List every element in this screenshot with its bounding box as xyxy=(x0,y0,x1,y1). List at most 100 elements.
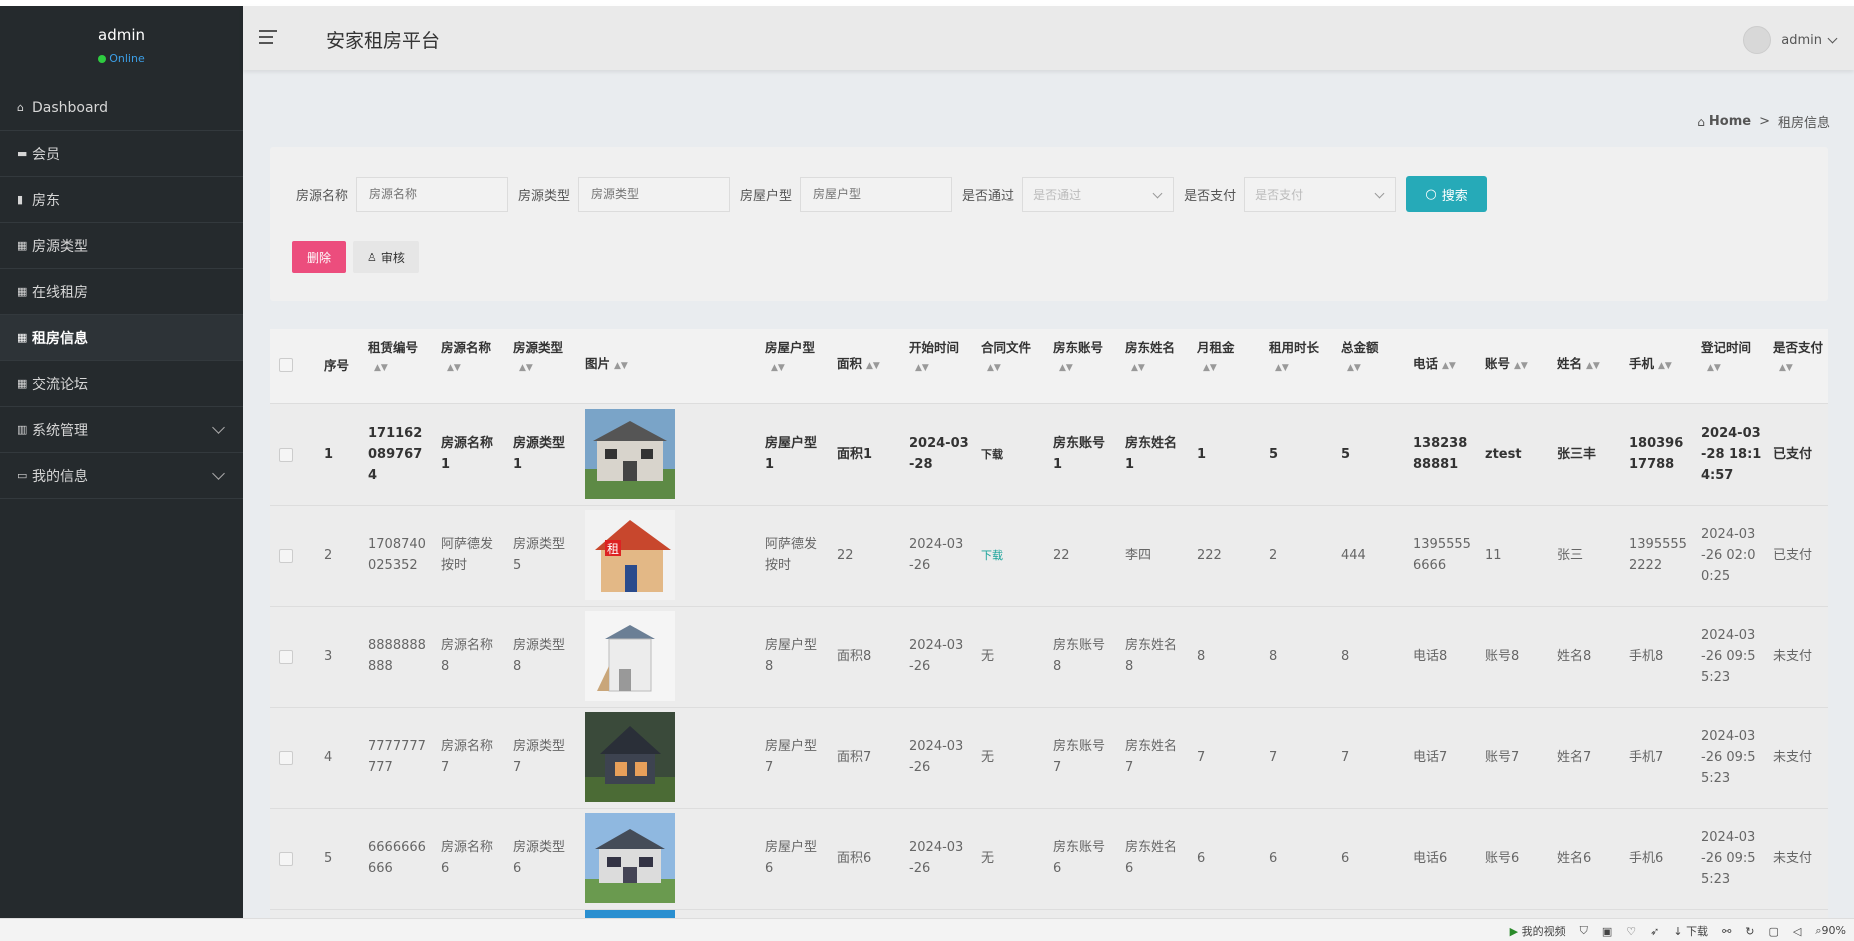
sidebar-item-forum[interactable]: ▦ 交流论坛 xyxy=(0,361,243,407)
sidebar-item-system[interactable]: ▥ 系统管理 xyxy=(0,407,243,453)
house-name-label: 房源名称 xyxy=(296,188,349,204)
col-header-tel[interactable]: 电话 ▲▼ xyxy=(1413,355,1456,375)
cell-text: 444 xyxy=(1341,547,1366,563)
col-header-contract[interactable]: 合同文件 ▲▼ xyxy=(981,339,1031,377)
col-header-name[interactable]: 房源名称 ▲▼ xyxy=(441,339,491,377)
cell-lname: 房东姓名 7 xyxy=(1125,736,1189,778)
col-header-phone[interactable]: 手机 ▲▼ xyxy=(1629,355,1672,375)
col-header-start[interactable]: 开始时间 ▲▼ xyxy=(909,339,959,377)
col-header-reg-time[interactable]: 登记时间 ▲▼ xyxy=(1701,339,1751,377)
cell-text: 025352 xyxy=(368,558,418,573)
header-user-menu[interactable]: admin xyxy=(1743,26,1838,54)
window-icon[interactable]: ▢ xyxy=(1769,925,1779,938)
table-row[interactable]: 1 171162 089767 4 房源名称 1 房源类型 1 房屋户型 1 面积1 2024-03 -… xyxy=(270,404,1828,506)
image-icon[interactable]: ▣ xyxy=(1602,925,1612,938)
sidebar-item-house-types[interactable]: ▦ 房源类型 xyxy=(0,223,243,269)
sidebar-item-label: 房东 xyxy=(32,192,60,209)
zoom-control[interactable]: ⌕90% xyxy=(1815,924,1846,938)
cell-text: 8 xyxy=(513,659,522,674)
house-thumbnail[interactable] xyxy=(585,611,675,701)
table-row[interactable]: 租 2 1708740 025352 阿萨德发 按时 房源类型 5 阿萨德发 按时 22 2024-0… xyxy=(270,505,1828,607)
cell-text: 1395555 xyxy=(1413,537,1471,552)
table-row[interactable]: 3 8888888 888 房源名称 8 房源类型 8 房屋户型 8 面积8 2024-03 -26 无… xyxy=(270,606,1828,708)
house-thumbnail[interactable] xyxy=(585,409,675,499)
chevron-down-icon xyxy=(1827,33,1838,43)
cell-text: 按时 xyxy=(441,558,468,573)
sidebar-item-my-info[interactable]: ▭ 我的信息 xyxy=(0,453,243,499)
col-header-landlord-name[interactable]: 房东姓名 ▲▼ xyxy=(1125,339,1175,377)
house-type-input[interactable] xyxy=(578,176,731,212)
cell-file[interactable]: 下载 xyxy=(981,545,1045,566)
grid-icon: ▦ xyxy=(17,330,28,344)
cell-text: 下载 xyxy=(981,548,1003,562)
col-header-user-name[interactable]: 姓名 ▲▼ xyxy=(1557,355,1600,375)
glasses-icon[interactable]: ⚯ xyxy=(1722,925,1731,938)
cell-text: 房东账号 xyxy=(1053,840,1106,855)
select-all-checkbox[interactable] xyxy=(279,358,293,372)
house-thumbnail[interactable] xyxy=(585,813,675,903)
col-header-code[interactable]: 租赁编号 ▲▼ xyxy=(368,339,418,377)
video-button[interactable]: ▶ 我的视频 xyxy=(1510,923,1566,939)
home-icon: ⌂ xyxy=(1697,114,1705,129)
cell-tel: 电话7 xyxy=(1413,747,1477,768)
cell-uname: 姓名8 xyxy=(1557,646,1621,667)
cell-text: 2024-03 xyxy=(909,840,964,855)
audit-button[interactable]: ♙ 审核 xyxy=(353,241,419,273)
sidebar-item-label: 交流论坛 xyxy=(32,376,88,393)
breadcrumb-home-link[interactable]: Home xyxy=(1709,114,1751,129)
col-header-total[interactable]: 总金额 ▲▼ xyxy=(1341,339,1379,377)
rocket-icon[interactable]: ➶ xyxy=(1650,925,1659,938)
cell-type: 房源类型 5 xyxy=(513,534,577,576)
delete-button[interactable]: 删除 xyxy=(292,241,346,273)
cell-rent: 7 xyxy=(1197,747,1261,768)
download-button[interactable]: ↓ 下载 xyxy=(1673,923,1708,939)
house-name-input[interactable] xyxy=(356,176,509,212)
shield-icon[interactable]: ⛉ xyxy=(1580,924,1588,938)
cell-text: -26 09:5 xyxy=(1701,648,1756,664)
table-row[interactable]: 4 7777777 777 房源名称 7 房源类型 7 房屋户型 7 面积7 2024-03 -26 无… xyxy=(270,707,1828,809)
paid-select[interactable]: 是否支付 xyxy=(1244,176,1397,212)
cell-huxing: 房屋户型 7 xyxy=(765,736,829,778)
cell-text: 777 xyxy=(368,760,393,775)
cell-file[interactable]: 下载 xyxy=(981,444,1045,465)
cell-text: 2024-03 xyxy=(909,436,969,451)
col-header-duration[interactable]: 租用时长 ▲▼ xyxy=(1269,339,1319,377)
cell-text: 8 xyxy=(1341,648,1350,664)
row-checkbox[interactable] xyxy=(279,852,293,866)
col-header-landlord-account[interactable]: 房东账号 ▲▼ xyxy=(1053,339,1103,377)
sidebar-item-members[interactable]: ▬ 会员 xyxy=(0,131,243,177)
search-button[interactable]: ○ 搜索 xyxy=(1406,176,1488,212)
house-thumbnail[interactable]: 租 xyxy=(585,510,675,600)
cell-text: 手机6 xyxy=(1629,850,1664,866)
heart-icon[interactable]: ♡ xyxy=(1626,925,1636,938)
refresh-icon[interactable]: ↻ xyxy=(1745,925,1754,938)
sidebar-item-landlords[interactable]: ▮ 房东 xyxy=(0,177,243,223)
sidebar-item-dashboard[interactable]: ⌂ Dashboard xyxy=(0,85,243,131)
sort-icon: ▲▼ xyxy=(866,361,880,371)
col-header-layout[interactable]: 房屋户型 ▲▼ xyxy=(765,339,815,377)
row-checkbox[interactable] xyxy=(279,751,293,765)
row-checkbox[interactable] xyxy=(279,549,293,563)
col-header-image[interactable]: 图片 ▲▼ xyxy=(585,355,628,375)
cell-text: 手机7 xyxy=(1629,749,1664,765)
col-header-paid[interactable]: 是否支付 ▲▼ xyxy=(1773,339,1823,377)
col-header-no: 序号 xyxy=(324,358,350,373)
approved-select[interactable]: 是否通过 xyxy=(1022,176,1175,212)
col-header-area[interactable]: 面积 ▲▼ xyxy=(837,355,880,375)
cell-text: 未支付 xyxy=(1773,648,1813,664)
cell-text: 下载 xyxy=(981,447,1003,461)
col-header-account[interactable]: 账号 ▲▼ xyxy=(1485,355,1528,375)
sidebar-item-online-rent[interactable]: ▦ 在线租房 xyxy=(0,269,243,315)
cell-code: 6666666 666 xyxy=(368,837,432,879)
col-header-rent[interactable]: 月租金 ▲▼ xyxy=(1197,339,1235,377)
layout-input[interactable] xyxy=(800,176,953,212)
speaker-icon[interactable]: ◁ xyxy=(1793,925,1801,938)
row-checkbox[interactable] xyxy=(279,448,293,462)
col-header-type[interactable]: 房源类型 ▲▼ xyxy=(513,339,563,377)
menu-toggle-icon[interactable] xyxy=(259,30,277,46)
house-thumbnail[interactable] xyxy=(585,712,675,802)
app-title: 安家租房平台 xyxy=(326,30,441,52)
row-checkbox[interactable] xyxy=(279,650,293,664)
table-row[interactable]: 5 6666666 666 房源名称 6 房源类型 6 房屋户型 6 面积6 2024-03 -26 无… xyxy=(270,808,1828,910)
sidebar-item-rent-info[interactable]: ▦ 租房信息 xyxy=(0,315,243,361)
